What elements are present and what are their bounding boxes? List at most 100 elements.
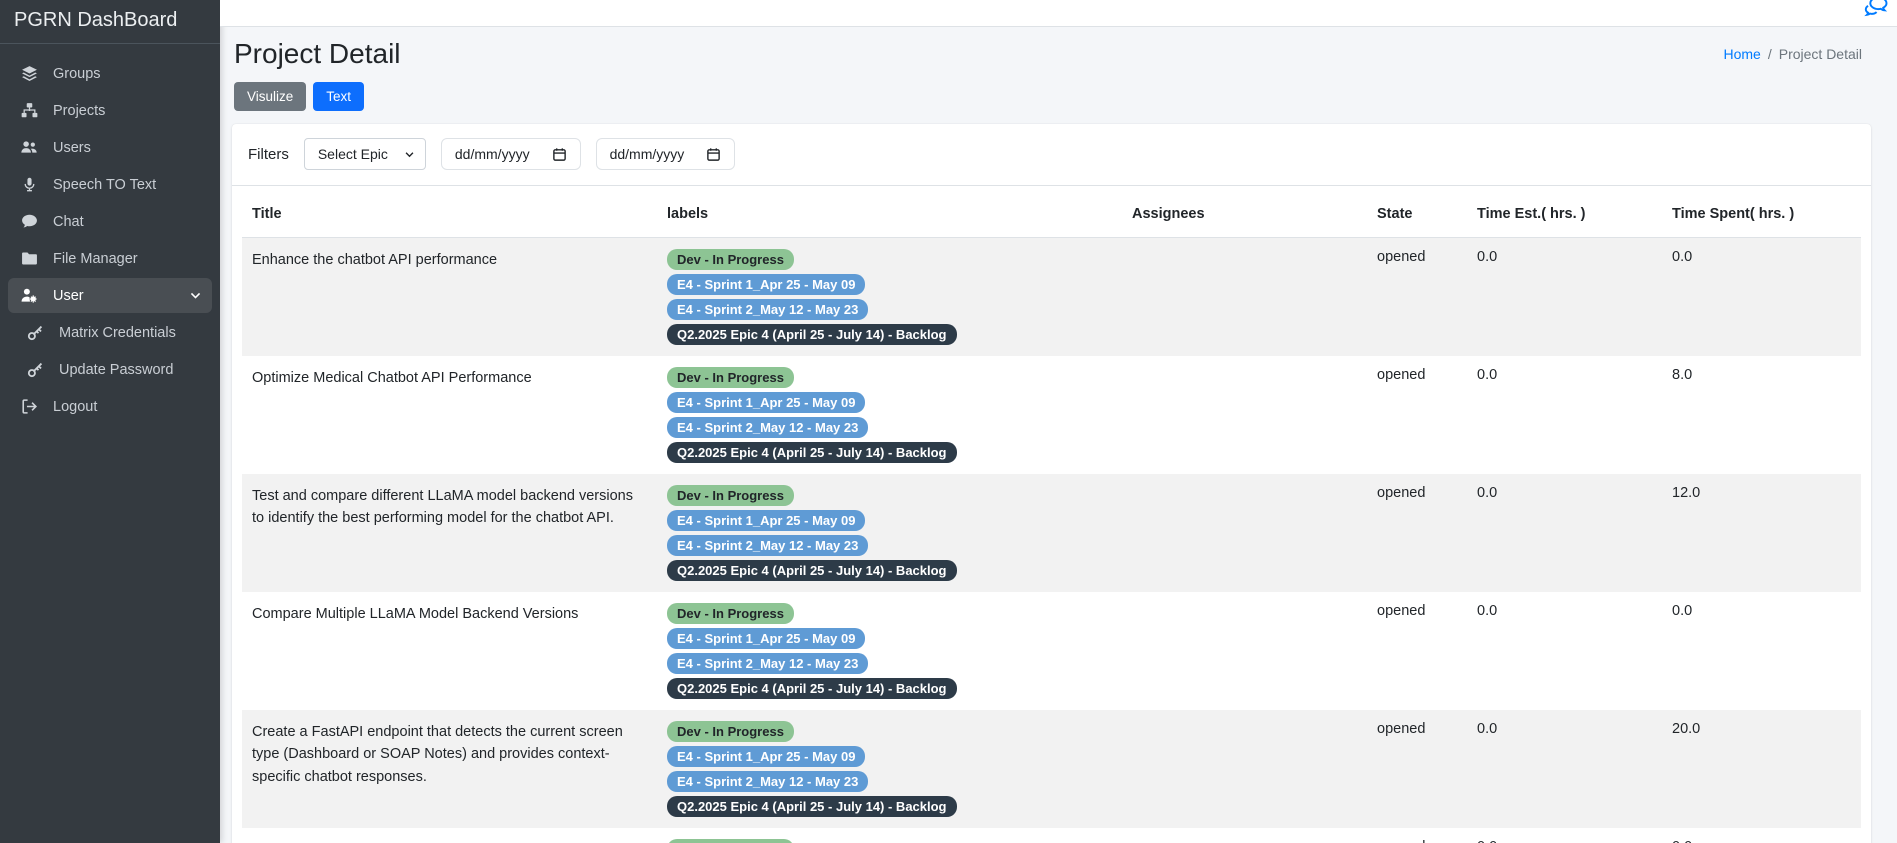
date-to-placeholder: dd/mm/yyyy	[610, 146, 685, 162]
text-button[interactable]: Text	[313, 82, 364, 111]
label-badge: E4 - Sprint 2_May 12 - May 23	[667, 417, 868, 438]
sidebar-item-update-password[interactable]: Update Password	[8, 352, 212, 387]
time-spent-cell: 8.0	[1662, 356, 1861, 474]
visulize-button[interactable]: Visulize	[234, 82, 306, 111]
time-est-cell: 0.0	[1467, 592, 1662, 710]
comments-icon[interactable]	[1863, 0, 1889, 24]
column-header: labels	[657, 186, 1122, 238]
breadcrumb-current: Project Detail	[1779, 46, 1862, 62]
sidebar-item-logout[interactable]: Logout	[8, 389, 212, 424]
sidebar-menu: Groups Projects Users Speech TO Text Chat Fil…	[0, 44, 220, 426]
state-cell: opened	[1367, 238, 1467, 357]
label-badge: Q2.2025 Epic 4 (April 25 - July 14) - Ba…	[667, 324, 957, 345]
labels-cell: Dev - In Progress E4 - Sprint 1_Apr 25 - …	[657, 474, 1122, 592]
top-navbar	[220, 0, 1897, 27]
label-badge: Q2.2025 Epic 4 (April 25 - July 14) - Ba…	[667, 678, 957, 699]
folder-icon	[18, 250, 40, 267]
sidebar-item-groups[interactable]: Groups	[8, 56, 212, 91]
table-row: Develop FastAPI Endpoint for Dynamic Scr…	[242, 828, 1861, 843]
app-brand[interactable]: PGRN DashBoard	[0, 0, 220, 44]
sidebar-item-file-manager[interactable]: File Manager	[8, 241, 212, 276]
assignees-cell	[1122, 828, 1367, 843]
users-icon	[18, 139, 40, 156]
breadcrumb-home-link[interactable]: Home	[1723, 46, 1760, 62]
sidebar-item-matrix-credentials[interactable]: Matrix Credentials	[8, 315, 212, 350]
sidebar-item-users[interactable]: Users	[8, 130, 212, 165]
column-header: Time Est.( hrs. )	[1467, 186, 1662, 238]
label-badge: E4 - Sprint 1_Apr 25 - May 09	[667, 392, 865, 413]
time-spent-cell: 0.0	[1662, 238, 1861, 357]
labels-cell: Dev - In ProgressE4 - Sprint 1_Apr 25 - …	[657, 592, 1122, 710]
state-cell: opened	[1367, 828, 1467, 843]
assignees-cell	[1122, 474, 1367, 592]
sidebar-item-label: User	[53, 288, 84, 304]
key-icon	[24, 324, 46, 341]
sidebar-item-label: Logout	[53, 399, 97, 415]
epic-select[interactable]: Select Epic	[304, 138, 426, 170]
task-title: Optimize Medical Chatbot API Performance	[242, 356, 657, 474]
table-header-row: TitlelabelsAssigneesStateTime Est.( hrs.…	[242, 186, 1861, 238]
task-title: Create a FastAPI endpoint that detects t…	[242, 710, 657, 828]
task-title: Compare Multiple LLaMA Model Backend Ver…	[242, 592, 657, 710]
label-badge: E4 - Sprint 2_May 12 - May 23	[667, 535, 868, 556]
sidebar-item-label: Projects	[53, 103, 105, 119]
sidebar-item-label: Chat	[53, 214, 84, 230]
issues-table: TitlelabelsAssigneesStateTime Est.( hrs.…	[242, 186, 1861, 843]
epic-select-value: Select Epic	[318, 146, 388, 162]
sidebar-item-label: Users	[53, 140, 91, 156]
calendar-icon	[552, 147, 567, 162]
assignees-cell	[1122, 356, 1367, 474]
column-header: Title	[242, 186, 657, 238]
date-to-input[interactable]: dd/mm/yyyy	[596, 138, 736, 170]
column-header: Time Spent( hrs. )	[1662, 186, 1861, 238]
sign-out-icon	[18, 398, 40, 415]
sidebar-item-user[interactable]: User	[8, 278, 212, 313]
sidebar-item-label: File Manager	[53, 251, 138, 267]
labels-cell: Dev - In Progress	[657, 828, 1122, 843]
task-title: Develop FastAPI Endpoint for Dynamic Scr…	[242, 828, 657, 843]
state-cell: opened	[1367, 356, 1467, 474]
table-row: Compare Multiple LLaMA Model Backend Ver…	[242, 592, 1861, 710]
time-est-cell: 0.0	[1467, 828, 1662, 843]
calendar-icon	[706, 147, 721, 162]
sitemap-icon	[18, 102, 40, 119]
breadcrumb: Home / Project Detail	[1723, 46, 1862, 62]
breadcrumb-separator: /	[1768, 46, 1772, 62]
label-badge: Dev - In Progress	[667, 485, 794, 506]
time-spent-cell: 0.0	[1662, 828, 1861, 843]
table-row: Create a FastAPI endpoint that detects t…	[242, 710, 1861, 828]
time-est-cell: 0.0	[1467, 710, 1662, 828]
sidebar-item-label: Matrix Credentials	[59, 325, 176, 341]
assignees-cell	[1122, 592, 1367, 710]
filters-row: Filters Select Epic dd/mm/yyyy dd/mm/yyy…	[242, 138, 1861, 185]
sidebar-item-label: Update Password	[59, 362, 173, 378]
table-row: Test and compare different LLaMA model b…	[242, 474, 1861, 592]
state-cell: opened	[1367, 592, 1467, 710]
label-badge: E4 - Sprint 2_May 12 - May 23	[667, 299, 868, 320]
table-row: Enhance the chatbot API performanceDev -…	[242, 238, 1861, 357]
label-badge: E4 - Sprint 1_Apr 25 - May 09	[667, 746, 865, 767]
column-header: Assignees	[1122, 186, 1367, 238]
task-title: Enhance the chatbot API performance	[242, 238, 657, 357]
label-badge: Dev - In Progress	[667, 839, 794, 843]
sidebar-item-projects[interactable]: Projects	[8, 93, 212, 128]
sidebar-item-speech-to-text[interactable]: Speech TO Text	[8, 167, 212, 202]
label-badge: Dev - In Progress	[667, 249, 794, 270]
time-est-cell: 0.0	[1467, 238, 1662, 357]
date-from-input[interactable]: dd/mm/yyyy	[441, 138, 581, 170]
chevron-down-icon	[189, 289, 202, 302]
assignees-cell	[1122, 710, 1367, 828]
time-est-cell: 0.0	[1467, 474, 1662, 592]
label-badge: Dev - In Progress	[667, 721, 794, 742]
table-body: Enhance the chatbot API performance Dev -…	[242, 238, 1861, 843]
content: Project Detail Home / Project Detail Vis…	[220, 27, 1897, 843]
label-badge: E4 - Sprint 1_Apr 25 - May 09	[667, 510, 865, 531]
sidebar-item-label: Speech TO Text	[53, 177, 156, 193]
labels-cell: Dev - In Progress E4 - Sprint 1_Apr 25 - …	[657, 238, 1122, 357]
label-badge: E4 - Sprint 1_Apr 25 - May 09	[667, 274, 865, 295]
labels-cell: Dev - In Progress E4 - Sprint 1_Apr 25 - …	[657, 710, 1122, 828]
sidebar-item-label: Groups	[53, 66, 101, 82]
sidebar-item-chat[interactable]: Chat	[8, 204, 212, 239]
state-cell: opened	[1367, 710, 1467, 828]
label-badge: Dev - In Progress	[667, 603, 794, 624]
